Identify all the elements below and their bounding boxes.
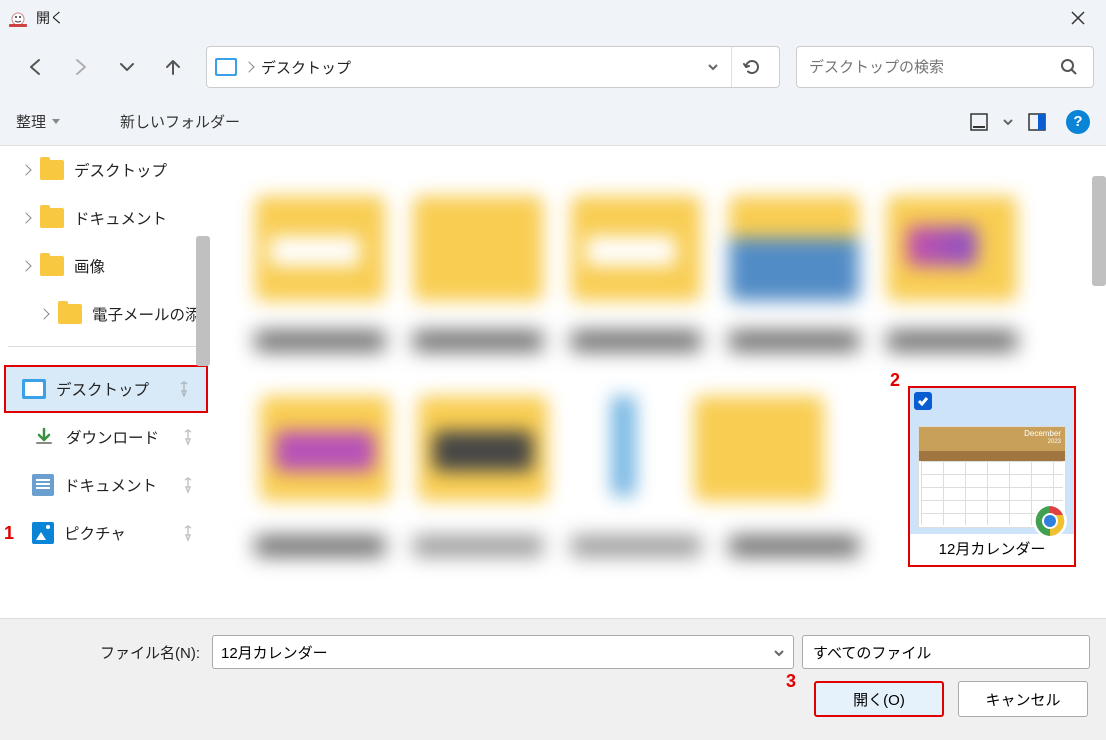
recent-button[interactable] bbox=[110, 50, 144, 84]
open-button[interactable]: 開く(O) bbox=[814, 681, 944, 717]
annotation-2: 2 bbox=[890, 370, 900, 391]
sidebar-label: デスクトップ bbox=[56, 378, 149, 400]
sidebar-folder-pictures[interactable]: 画像 bbox=[0, 242, 210, 290]
folder-icon bbox=[40, 208, 64, 228]
sidebar-folder-email[interactable]: 電子メールの添付 bbox=[0, 290, 210, 338]
blurred-label-row bbox=[255, 536, 859, 556]
main-area: デスクトップ ドキュメント 画像 電子メールの添付 1 デスクトップ ダウンロー… bbox=[0, 146, 1106, 592]
folder-icon bbox=[40, 160, 64, 180]
blurred-label-row bbox=[255, 331, 1017, 351]
sidebar-label: 電子メールの添付 bbox=[92, 303, 210, 325]
search-input[interactable] bbox=[809, 59, 1057, 76]
app-icon bbox=[8, 8, 28, 28]
preview-pane-button[interactable] bbox=[1020, 107, 1054, 137]
pin-icon bbox=[176, 381, 192, 397]
sidebar-pinned-pictures[interactable]: ピクチャ bbox=[0, 509, 210, 557]
refresh-button[interactable] bbox=[731, 47, 771, 87]
sidebar-label: ダウンロード bbox=[66, 426, 159, 448]
document-icon bbox=[32, 474, 54, 496]
forward-button[interactable] bbox=[64, 50, 98, 84]
close-button[interactable] bbox=[1058, 0, 1098, 36]
checkbox-checked[interactable] bbox=[914, 392, 932, 410]
check-icon bbox=[917, 395, 929, 407]
sidebar-label: ドキュメント bbox=[74, 207, 167, 229]
annotation-3: 3 bbox=[786, 671, 796, 692]
new-folder-button[interactable]: 新しいフォルダー bbox=[120, 111, 240, 132]
pin-icon bbox=[180, 525, 196, 541]
crumb-separator-icon bbox=[243, 61, 254, 72]
file-item-selected[interactable]: December 2023 12月カレンダー bbox=[908, 386, 1076, 567]
thumb-year: 2023 bbox=[1048, 439, 1061, 445]
desktop-icon bbox=[22, 379, 46, 399]
sidebar-pinned-desktop[interactable]: デスクトップ bbox=[4, 365, 208, 413]
organize-menu[interactable]: 整理 bbox=[16, 111, 46, 132]
sidebar-pinned-downloads[interactable]: ダウンロード bbox=[0, 413, 210, 461]
filename-row: ファイル名(N): 12月カレンダー すべてのファイル bbox=[0, 619, 1106, 669]
sidebar-pinned-documents[interactable]: ドキュメント bbox=[0, 461, 210, 509]
crumb-dropdown[interactable] bbox=[703, 47, 723, 87]
search-icon bbox=[1060, 58, 1078, 76]
sidebar-label: デスクトップ bbox=[74, 159, 167, 181]
close-icon bbox=[1071, 11, 1085, 25]
back-button[interactable] bbox=[18, 50, 52, 84]
chrome-icon bbox=[1032, 503, 1068, 539]
chevron-right-icon bbox=[20, 260, 31, 271]
sidebar-label: 画像 bbox=[74, 255, 105, 277]
picture-icon bbox=[32, 522, 54, 544]
sidebar-divider bbox=[8, 346, 198, 347]
title-bar: 開く bbox=[0, 0, 1106, 36]
folder-icon bbox=[58, 304, 82, 324]
help-button[interactable]: ? bbox=[1066, 110, 1090, 134]
filename-combo[interactable]: 12月カレンダー bbox=[212, 635, 794, 669]
sidebar-scrollbar[interactable] bbox=[196, 236, 210, 476]
chevron-right-icon bbox=[20, 212, 31, 223]
pin-icon bbox=[180, 429, 196, 445]
crumb-current[interactable]: デスクトップ bbox=[261, 57, 695, 78]
sidebar: デスクトップ ドキュメント 画像 電子メールの添付 1 デスクトップ ダウンロー… bbox=[0, 146, 210, 592]
chevron-right-icon bbox=[38, 308, 49, 319]
search-button[interactable] bbox=[1057, 55, 1081, 79]
chevron-right-icon bbox=[20, 164, 31, 175]
sidebar-label: ドキュメント bbox=[64, 474, 157, 496]
thumb-month: December bbox=[1024, 429, 1061, 438]
scrollbar-thumb[interactable] bbox=[1092, 176, 1106, 286]
scrollbar-thumb[interactable] bbox=[196, 236, 210, 366]
nav-row: デスクトップ bbox=[0, 36, 1106, 98]
sidebar-folder-documents[interactable]: ドキュメント bbox=[0, 194, 210, 242]
content-scrollbar[interactable] bbox=[1092, 176, 1106, 476]
window-title: 開く bbox=[36, 8, 1058, 28]
button-row: 3 開く(O) キャンセル bbox=[0, 669, 1106, 717]
search-box[interactable] bbox=[796, 46, 1094, 88]
bottom-panel: ファイル名(N): 12月カレンダー すべてのファイル 3 開く(O) キャンセ… bbox=[0, 618, 1106, 740]
blurred-folder-row bbox=[255, 196, 1017, 301]
toolbar: 整理 新しいフォルダー ? bbox=[0, 98, 1106, 146]
breadcrumb-bar[interactable]: デスクトップ bbox=[206, 46, 780, 88]
file-grid[interactable]: 2 December 2023 12月カレンダー bbox=[210, 146, 1106, 592]
cancel-button[interactable]: キャンセル bbox=[958, 681, 1088, 717]
file-type-filter[interactable]: すべてのファイル bbox=[802, 635, 1090, 669]
chevron-down-icon[interactable] bbox=[773, 646, 785, 658]
desktop-chip-icon bbox=[215, 58, 237, 76]
sidebar-label: ピクチャ bbox=[64, 522, 126, 544]
pin-icon bbox=[180, 477, 196, 493]
blurred-folder-row bbox=[260, 396, 824, 501]
download-icon bbox=[32, 425, 56, 449]
filename-value: 12月カレンダー bbox=[221, 642, 773, 663]
view-layout-button[interactable] bbox=[962, 107, 996, 137]
view-layout-dropdown[interactable] bbox=[1002, 107, 1014, 137]
filter-value: すべてのファイル bbox=[813, 642, 1079, 663]
organize-dropdown-icon[interactable] bbox=[52, 119, 60, 124]
sidebar-folder-desktop[interactable]: デスクトップ bbox=[0, 146, 210, 194]
filename-label: ファイル名(N): bbox=[100, 642, 200, 663]
folder-icon bbox=[40, 256, 64, 276]
up-button[interactable] bbox=[156, 50, 190, 84]
